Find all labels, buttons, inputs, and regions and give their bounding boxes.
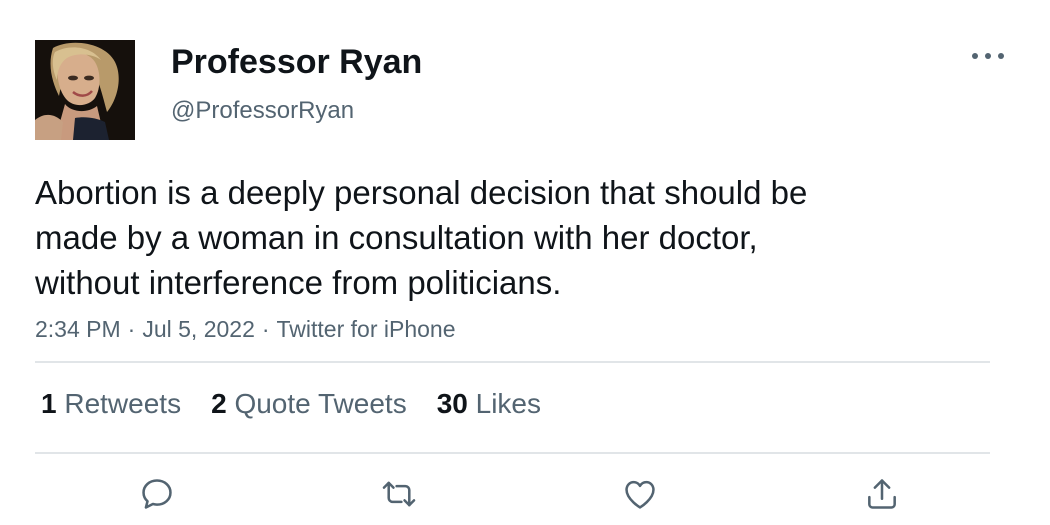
likes-label: Likes <box>475 388 542 419</box>
avatar[interactable] <box>35 40 135 140</box>
divider <box>35 452 990 454</box>
likes-stat[interactable]: 30 Likes <box>437 387 541 421</box>
more-dot <box>998 53 1004 59</box>
engagement-stats: 1 Retweets 2 Quote Tweets 30 Likes <box>41 387 571 421</box>
author-handle[interactable]: @ProfessorRyan <box>171 96 354 126</box>
author-display-name[interactable]: Professor Ryan <box>171 42 422 82</box>
more-dot <box>985 53 991 59</box>
retweets-count: 1 <box>41 388 57 419</box>
separator: · <box>127 316 136 342</box>
tweet-card: Professor Ryan @ProfessorRyan Abortion i… <box>0 0 1050 525</box>
retweets-stat[interactable]: 1 Retweets <box>41 387 181 421</box>
share-icon[interactable] <box>862 474 902 514</box>
quote-tweets-count: 2 <box>211 388 227 419</box>
avatar-photo <box>35 40 135 140</box>
divider <box>35 361 990 363</box>
heart-icon[interactable] <box>620 474 660 514</box>
quote-tweets-label: Quote Tweets <box>234 388 407 419</box>
more-options-icon[interactable] <box>972 46 1004 66</box>
tweet-source[interactable]: Twitter for iPhone <box>277 316 456 342</box>
separator: · <box>261 316 270 342</box>
tweet-time[interactable]: 2:34 PM <box>35 316 121 342</box>
tweet-date[interactable]: Jul 5, 2022 <box>142 316 255 342</box>
quote-tweets-stat[interactable]: 2 Quote Tweets <box>211 387 407 421</box>
reply-icon[interactable] <box>137 474 177 514</box>
more-dot <box>972 53 978 59</box>
likes-count: 30 <box>436 388 468 419</box>
retweet-icon[interactable] <box>379 474 419 514</box>
tweet-text: Abortion is a deeply personal decision t… <box>35 174 808 301</box>
tweet-metadata: 2:34 PM · Jul 5, 2022 · Twitter for iPhone <box>35 314 456 344</box>
retweets-label: Retweets <box>64 388 182 419</box>
